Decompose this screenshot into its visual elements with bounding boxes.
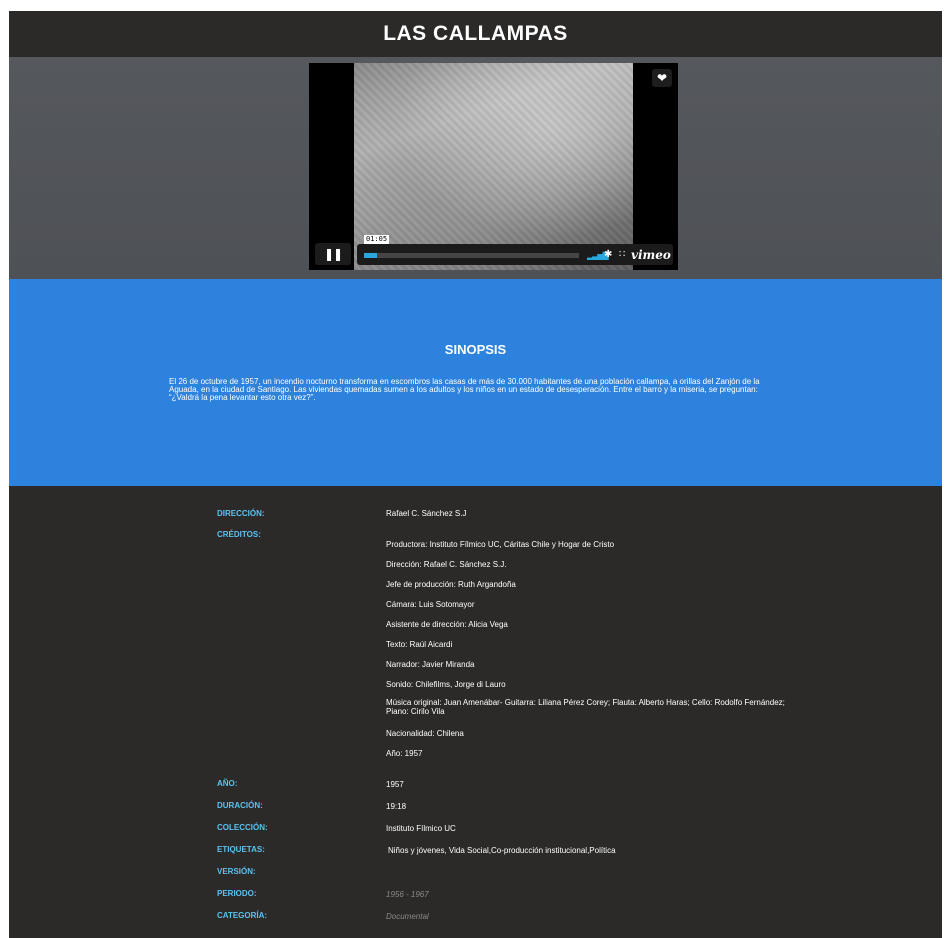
video-player[interactable]: ❤ ❚❚ 01:05 ▂▃▅▇ ✱ ∷ vimeo bbox=[309, 63, 678, 270]
version-label: VERSIÓN: bbox=[217, 867, 256, 876]
duracion-label: DURACIÓN: bbox=[217, 801, 263, 810]
synopsis-text: El 26 de octubre de 1957, un incendio no… bbox=[169, 377, 760, 402]
credit-item: Cámara: Luis Sotomayor bbox=[386, 600, 475, 609]
details-section: DIRECCIÓN: Rafael C. Sánchez S.J CRÉDITO… bbox=[9, 486, 942, 938]
credit-item: Nacionalidad: Chilena bbox=[386, 729, 464, 738]
coleccion-label: COLECCIÓN: bbox=[217, 823, 268, 832]
credit-item: Dirección: Rafael C. Sánchez S.J. bbox=[386, 560, 507, 569]
synopsis-section: SINOPSIS El 26 de octubre de 1957, un in… bbox=[9, 279, 942, 486]
page-frame: LAS CALLAMPAS ❤ ❚❚ 01:05 ▂▃▅▇ ✱ ∷ vimeo … bbox=[9, 11, 942, 938]
progress-fill bbox=[364, 253, 377, 258]
credit-item: Música original: Juan Amenábar- Guitarra… bbox=[386, 698, 785, 716]
pause-icon[interactable]: ❚❚ bbox=[315, 243, 351, 265]
credit-item: Texto: Raúl Aicardi bbox=[386, 640, 453, 649]
anio-value: 1957 bbox=[386, 780, 404, 789]
credit-item: Sonido: Chilefilms, Jorge di Lauro bbox=[386, 680, 506, 689]
page-title: LAS CALLAMPAS bbox=[383, 22, 568, 45]
video-frame[interactable] bbox=[354, 63, 633, 270]
gear-icon[interactable]: ✱ bbox=[604, 249, 612, 260]
progress-bar[interactable] bbox=[364, 253, 579, 258]
categoria-label: CATEGORÍA: bbox=[217, 911, 268, 920]
categoria-value[interactable]: Documental bbox=[386, 912, 429, 921]
heart-icon[interactable]: ❤ bbox=[652, 69, 672, 87]
coleccion-value[interactable]: Instituto Fílmico UC bbox=[386, 824, 456, 833]
direccion-value: Rafael C. Sánchez S.J bbox=[386, 509, 467, 518]
timecode: 01:05 bbox=[364, 235, 390, 244]
vimeo-logo[interactable]: vimeo bbox=[631, 248, 671, 262]
synopsis-title: SINOPSIS bbox=[444, 342, 507, 357]
credit-item: Productora: Instituto Fílmico UC, Cárita… bbox=[386, 540, 615, 549]
periodo-value[interactable]: 1956 - 1967 bbox=[386, 890, 429, 899]
credit-item: Año: 1957 bbox=[386, 749, 423, 758]
credit-item: Jefe de producción: Ruth Argandoña bbox=[386, 580, 516, 589]
etiquetas-value[interactable]: Niños y jóvenes, Vida Social,Co-producci… bbox=[388, 846, 616, 855]
credit-item: Narrador: Javier Miranda bbox=[386, 660, 475, 669]
etiquetas-label: ETIQUETAS: bbox=[217, 845, 265, 854]
creditos-label: CRÉDITOS: bbox=[217, 530, 261, 539]
periodo-label: PERIODO: bbox=[217, 889, 257, 898]
direccion-label: DIRECCIÓN: bbox=[217, 509, 265, 518]
fullscreen-icon[interactable]: ∷ bbox=[619, 249, 625, 260]
duracion-value: 19:18 bbox=[386, 802, 407, 811]
player-band: ❤ ❚❚ 01:05 ▂▃▅▇ ✱ ∷ vimeo bbox=[9, 57, 942, 279]
anio-label: AÑO: bbox=[217, 779, 238, 788]
title-bar: LAS CALLAMPAS bbox=[9, 11, 942, 57]
credit-item: Asistente de dirección: Alicia Vega bbox=[386, 620, 508, 629]
